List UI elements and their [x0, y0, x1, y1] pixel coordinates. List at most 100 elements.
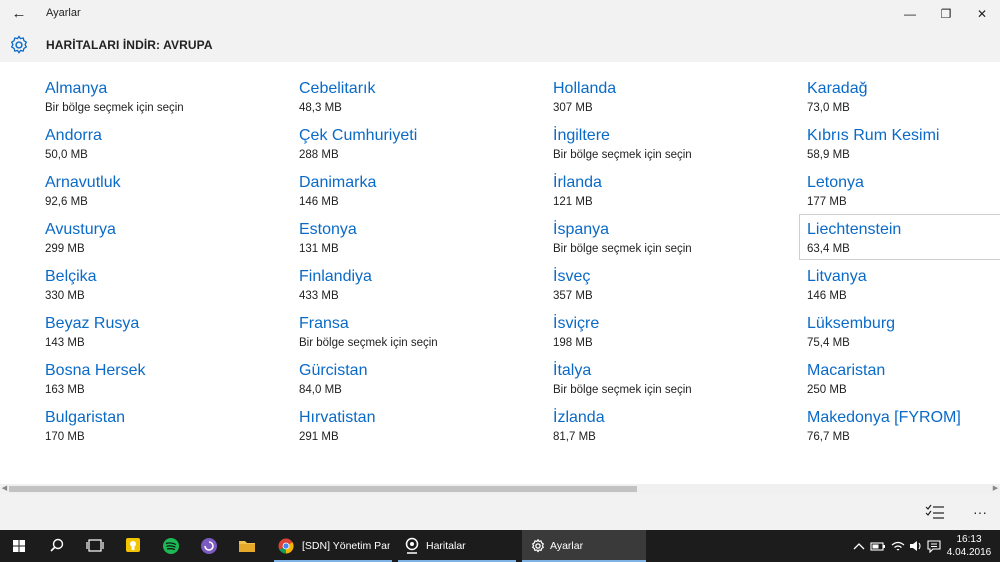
title-bar: ← Ayarlar — ❐ ✕	[0, 0, 1000, 28]
country-name: İngiltere	[553, 127, 610, 144]
lightbulb-icon[interactable]	[114, 530, 152, 562]
volume-icon[interactable]	[908, 539, 924, 553]
country-size: 177 MB	[807, 196, 847, 208]
maps-icon	[405, 537, 419, 554]
back-button[interactable]: ←	[8, 3, 30, 25]
file-explorer-icon[interactable]	[228, 530, 266, 562]
restore-button[interactable]: ❐	[928, 0, 964, 28]
multi-select-icon[interactable]	[924, 502, 946, 522]
country-size: 330 MB	[45, 290, 85, 302]
spotify-icon[interactable]	[152, 530, 190, 562]
scroll-right-icon[interactable]: ▶	[991, 484, 1000, 494]
country-name: Hollanda	[553, 80, 617, 97]
taskbar-app-label: Haritalar	[426, 540, 466, 552]
country-size: 76,7 MB	[807, 431, 850, 443]
search-icon[interactable]	[38, 530, 76, 562]
country-item[interactable]: Estonya 131 MB	[299, 221, 499, 267]
country-size: 433 MB	[299, 290, 339, 302]
taskbar-app-maps[interactable]: Haritalar	[398, 530, 516, 562]
notification-center-icon[interactable]	[926, 539, 942, 553]
country-item[interactable]: Beyaz Rusya 143 MB	[45, 315, 245, 361]
country-name: Estonya	[299, 221, 357, 238]
country-item[interactable]: Fransa Bir bölge seçmek için seçin	[299, 315, 499, 361]
app-bar: ···	[0, 494, 1000, 530]
country-size: 81,7 MB	[553, 431, 596, 443]
close-button[interactable]: ✕	[964, 0, 1000, 28]
country-name: Arnavutluk	[45, 174, 121, 191]
country-size: 131 MB	[299, 243, 339, 255]
country-name: Gürcistan	[299, 362, 368, 379]
country-item[interactable]: Makedonya [FYROM] 76,7 MB	[807, 409, 1000, 455]
country-item[interactable]: Hollanda 307 MB	[553, 80, 753, 126]
country-name: İrlanda	[553, 174, 602, 191]
country-size: 75,4 MB	[807, 337, 850, 349]
country-size: 170 MB	[45, 431, 85, 443]
country-name: Belçika	[45, 268, 97, 285]
country-item[interactable]: İrlanda 121 MB	[553, 174, 753, 220]
country-item[interactable]: Macaristan 250 MB	[807, 362, 1000, 408]
country-size: 146 MB	[807, 290, 847, 302]
country-name: Liechtenstein	[807, 221, 902, 238]
country-size: 288 MB	[299, 149, 339, 161]
battery-icon[interactable]	[870, 540, 886, 552]
minimize-button[interactable]: —	[892, 0, 928, 28]
country-item[interactable]: Belçika 330 MB	[45, 268, 245, 314]
country-size: 48,3 MB	[299, 102, 342, 114]
scroll-left-icon[interactable]: ◀	[0, 484, 9, 494]
country-size: 198 MB	[553, 337, 593, 349]
country-size: Bir bölge seçmek için seçin	[299, 337, 438, 349]
country-name: Andorra	[45, 127, 102, 144]
country-list: Almanya Bir bölge seçmek için seçin Andor…	[0, 62, 1000, 482]
country-item[interactable]: Hırvatistan 291 MB	[299, 409, 499, 455]
country-size: 63,4 MB	[807, 243, 850, 255]
taskbar-app-chrome[interactable]: [SDN] Yönetim Pane...	[274, 530, 392, 562]
country-item[interactable]: Avusturya 299 MB	[45, 221, 245, 267]
country-item[interactable]: İzlanda 81,7 MB	[553, 409, 753, 455]
country-item[interactable]: Çek Cumhuriyeti 288 MB	[299, 127, 499, 173]
country-item[interactable]: İspanya Bir bölge seçmek için seçin	[553, 221, 753, 267]
country-item[interactable]: Finlandiya 433 MB	[299, 268, 499, 314]
country-item[interactable]: İsveç 357 MB	[553, 268, 753, 314]
country-name: Finlandiya	[299, 268, 372, 285]
country-item[interactable]: Almanya Bir bölge seçmek için seçin	[45, 80, 245, 126]
country-item-focused[interactable]: Liechtenstein 63,4 MB	[799, 214, 1000, 260]
country-name: Letonya	[807, 174, 864, 191]
scrollbar-thumb[interactable]	[9, 486, 637, 492]
country-item[interactable]: İtalya Bir bölge seçmek için seçin	[553, 362, 753, 408]
country-name: Avusturya	[45, 221, 116, 238]
chevron-up-icon[interactable]	[852, 540, 866, 552]
country-item[interactable]: İngiltere Bir bölge seçmek için seçin	[553, 127, 753, 173]
country-name: Macaristan	[807, 362, 886, 379]
country-item[interactable]: Cebelitarık 48,3 MB	[299, 80, 499, 126]
country-item[interactable]: Kıbrıs Rum Kesimi 58,9 MB	[807, 127, 1000, 173]
windows-start-icon[interactable]	[0, 530, 38, 562]
task-view-icon[interactable]	[76, 530, 114, 562]
country-item[interactable]: Andorra 50,0 MB	[45, 127, 245, 173]
country-item[interactable]: Danimarka 146 MB	[299, 174, 499, 220]
country-size: 146 MB	[299, 196, 339, 208]
country-size: 163 MB	[45, 384, 85, 396]
taskbar-app-settings[interactable]: Ayarlar	[522, 530, 646, 562]
country-item[interactable]: Arnavutluk 92,6 MB	[45, 174, 245, 220]
country-name: Kıbrıs Rum Kesimi	[807, 127, 940, 144]
clock[interactable]: 16:13 4.04.2016	[946, 533, 992, 559]
country-name: İsveç	[553, 268, 591, 285]
country-name: İzlanda	[553, 409, 605, 426]
country-name: Litvanya	[807, 268, 867, 285]
country-size: 143 MB	[45, 337, 85, 349]
torrent-icon[interactable]	[190, 530, 228, 562]
country-item[interactable]: Bulgaristan 170 MB	[45, 409, 245, 455]
country-name: Bulgaristan	[45, 409, 126, 426]
country-item[interactable]: Litvanya 146 MB	[807, 268, 1000, 314]
country-item[interactable]: Lüksemburg 75,4 MB	[807, 315, 1000, 361]
country-name: Hırvatistan	[299, 409, 376, 426]
country-size: 121 MB	[553, 196, 593, 208]
wifi-icon[interactable]	[890, 539, 906, 553]
country-item[interactable]: Gürcistan 84,0 MB	[299, 362, 499, 408]
country-item[interactable]: Bosna Hersek 163 MB	[45, 362, 245, 408]
more-options-button[interactable]: ···	[968, 502, 992, 522]
country-item[interactable]: İsviçre 198 MB	[553, 315, 753, 361]
country-name: Beyaz Rusya	[45, 315, 140, 332]
country-item[interactable]: Karadağ 73,0 MB	[807, 80, 1000, 126]
horizontal-scrollbar[interactable]: ◀ ▶	[0, 484, 1000, 494]
